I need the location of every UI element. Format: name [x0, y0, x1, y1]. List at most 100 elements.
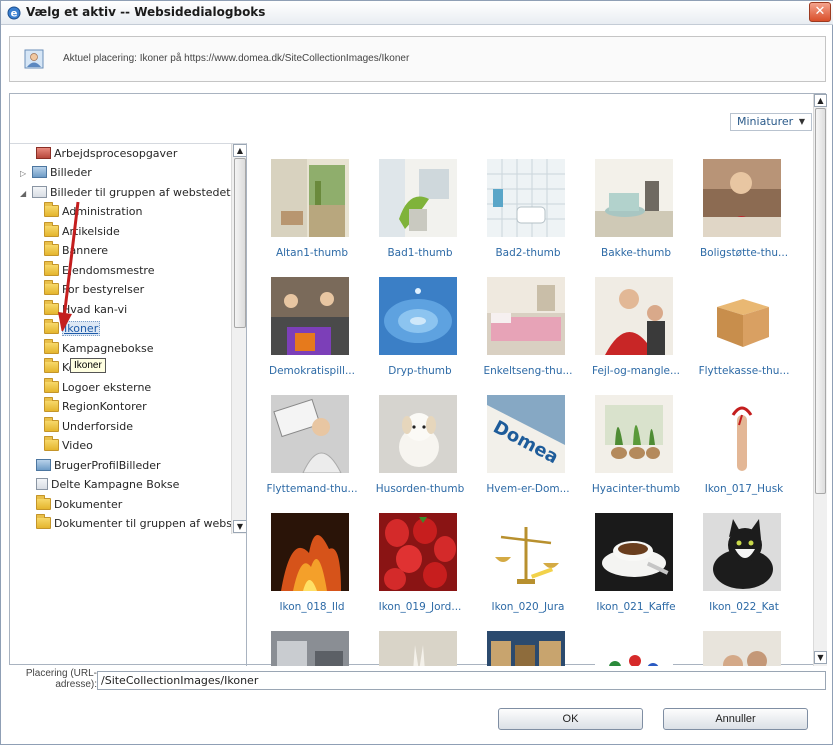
thumbnail-item[interactable]: Fejl-og-mangle... — [581, 261, 685, 377]
grid-scrollbar[interactable]: ▲ ▼ — [813, 94, 827, 666]
ok-button[interactable]: OK — [498, 708, 643, 730]
annotation-arrow-icon — [58, 201, 80, 331]
tree-item-arbejdsprocesopgaver[interactable]: Arbejdsprocesopgaver — [36, 147, 177, 165]
thumbnail-caption: Ikon_020_Jura — [491, 601, 565, 613]
thumbnail-image: Domea — [487, 395, 565, 473]
cancel-button[interactable]: Annuller — [663, 708, 808, 730]
thumbnail-item[interactable] — [473, 615, 577, 666]
tree-item-underforside[interactable]: Underforside — [44, 417, 133, 438]
scroll-up-icon[interactable]: ▲ — [814, 94, 827, 107]
document-icon — [36, 478, 48, 490]
picture-library-icon — [36, 459, 51, 471]
tree-item-brugerprofilbilleder[interactable]: BrugerProfilBilleder — [36, 459, 161, 477]
tree-item-delte-kampagne-bokse[interactable]: Delte Kampagne Bokse — [36, 478, 179, 496]
thumbnail-image — [271, 631, 349, 666]
thumbnail-image — [271, 395, 349, 473]
folder-icon — [44, 397, 59, 412]
svg-text:e: e — [11, 9, 18, 20]
asset-picker-dialog: e Vælg et aktiv -- Websidedialogboks ✕ A… — [0, 0, 833, 745]
browser-panel: Miniaturer ▼ Arbejdsprocesopgaver ▷ Bill… — [9, 93, 827, 666]
thumbnail-caption: Bad2-thumb — [495, 247, 561, 259]
thumbnail-item[interactable]: Flyttekasse-thu... — [689, 261, 793, 377]
thumbnail-item[interactable] — [581, 615, 685, 666]
thumbnail-item[interactable]: Flyttemand-thu... — [257, 379, 361, 495]
scroll-down-icon[interactable]: ▼ — [233, 520, 246, 533]
thumbnail-image — [379, 631, 457, 666]
thumbnail-image — [703, 395, 781, 473]
thumbnail-image — [487, 513, 565, 591]
tooltip: Ikoner — [70, 358, 106, 373]
close-button[interactable]: ✕ — [809, 2, 831, 22]
chevron-down-icon: ▼ — [798, 117, 805, 126]
thumbnail-grid: Altan1-thumb Bad1-thumb Bad2-thumb Bakke… — [257, 143, 815, 666]
thumbnail-caption: Hyacinter-thumb — [591, 483, 681, 495]
thumbnail-item[interactable]: Enkeltseng-thu... — [473, 261, 577, 377]
thumbnail-item[interactable]: Boligstøtte-thu... — [689, 143, 793, 259]
tree-item-label: BrugerProfilBilleder — [54, 459, 161, 472]
tree-item-billeder[interactable]: ▷ Billeder — [20, 166, 92, 184]
scroll-down-icon[interactable]: ▼ — [814, 651, 827, 664]
thumbnail-image — [487, 631, 565, 666]
thumbnail-item[interactable]: Ikon_022_Kat — [689, 497, 793, 613]
view-mode-label: Miniaturer — [737, 115, 794, 128]
thumbnail-caption: Bakke-thumb — [601, 247, 671, 259]
thumbnail-item[interactable]: Husorden-thumb — [365, 379, 469, 495]
tree-item-dokumenter[interactable]: Dokumenter — [36, 495, 122, 516]
thumbnail-caption: Fejl-og-mangle... — [592, 365, 680, 377]
tree-item-label: Dokumenter til gruppen af webstedet — [54, 517, 247, 530]
thumbnail-item[interactable]: Domea Hvem-er-Dom... — [473, 379, 577, 495]
thumbnail-item[interactable]: Ikon_021_Kaffe — [581, 497, 685, 613]
tree-item-logoer-eksterne[interactable]: Logoer eksterne — [44, 378, 151, 399]
location-header: Aktuel placering: Ikoner på https://www.… — [9, 36, 826, 82]
thumbnail-item[interactable]: Altan1-thumb — [257, 143, 361, 259]
view-mode-dropdown[interactable]: Miniaturer ▼ — [730, 113, 812, 131]
folder-icon — [44, 417, 59, 432]
url-label: Placering (URL-adresse): — [25, 668, 97, 690]
scroll-up-icon[interactable]: ▲ — [233, 144, 246, 157]
document-library-icon — [36, 514, 51, 529]
url-input[interactable]: /SiteCollectionImages/Ikoner — [97, 671, 826, 690]
thumbnail-item[interactable]: Ikon_019_Jord... — [365, 497, 469, 613]
tree-scrollbar[interactable]: ▲ ▼ — [231, 144, 246, 534]
thumbnail-item[interactable] — [257, 615, 361, 666]
tasks-icon — [36, 147, 51, 159]
thumbnail-item[interactable]: Dryp-thumb — [365, 261, 469, 377]
tree-item-label: Billeder til gruppen af webstedet — [50, 186, 231, 199]
thumbnail-caption: Ikon_022_Kat — [709, 601, 779, 613]
tree-item-video[interactable]: Video — [44, 436, 93, 457]
thumbnail-caption: Enkeltseng-thu... — [483, 365, 573, 377]
thumbnail-caption: Bad1-thumb — [387, 247, 453, 259]
thumbnail-item[interactable] — [689, 615, 793, 666]
tree-item-label: Underforside — [62, 420, 133, 433]
thumbnail-image — [595, 395, 673, 473]
expand-icon[interactable]: ▷ — [20, 169, 26, 178]
folder-icon — [44, 378, 59, 393]
thumbnail-caption: Ikon_021_Kaffe — [596, 601, 676, 613]
thumbnail-item[interactable]: Ikon_020_Jura — [473, 497, 577, 613]
thumbnail-item[interactable]: Demokratispill... — [257, 261, 361, 377]
thumbnail-image — [379, 159, 457, 237]
collapse-icon[interactable]: ◢ — [20, 189, 26, 198]
grid-scroll-thumb[interactable] — [815, 108, 826, 494]
tree-item-label: Arbejdsprocesopgaver — [54, 147, 178, 160]
tree-item-label: RegionKontorer — [62, 400, 147, 413]
tree-scroll-thumb[interactable] — [234, 158, 246, 328]
picture-library-icon — [32, 166, 47, 178]
thumbnail-item[interactable]: Bad1-thumb — [365, 143, 469, 259]
thumbnail-item[interactable]: Ikon_017_Husk — [689, 379, 793, 495]
thumbnail-item[interactable]: Hyacinter-thumb — [581, 379, 685, 495]
thumbnail-image — [487, 159, 565, 237]
thumbnail-image — [487, 277, 565, 355]
tree-item-label: Delte Kampagne Bokse — [51, 478, 180, 491]
thumbnail-item[interactable]: Bad2-thumb — [473, 143, 577, 259]
thumbnail-item[interactable]: Bakke-thumb — [581, 143, 685, 259]
thumbnail-caption: Husorden-thumb — [375, 483, 465, 495]
thumbnail-image — [703, 159, 781, 237]
tree-item-label: Billeder — [50, 166, 92, 179]
thumbnail-image — [703, 277, 781, 355]
thumbnail-item[interactable]: Ikon_018_Ild — [257, 497, 361, 613]
thumbnail-image — [379, 395, 457, 473]
tree-item-regionkontorer[interactable]: RegionKontorer — [44, 397, 147, 418]
tree-item-dokumenter-til-gruppen[interactable]: Dokumenter til gruppen af webstedet — [36, 514, 247, 535]
thumbnail-item[interactable] — [365, 615, 469, 666]
